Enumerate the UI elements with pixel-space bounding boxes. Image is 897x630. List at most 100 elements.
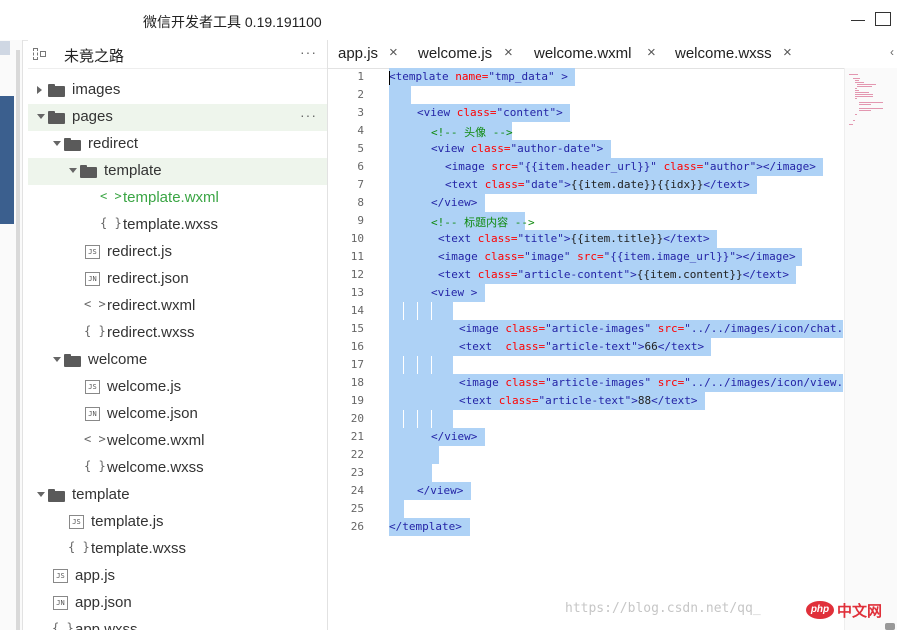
code-area[interactable]: <template name="tmp_data" > <view class="… xyxy=(389,68,843,630)
window-title: 微信开发者工具 0.19.191100 xyxy=(143,14,322,30)
file-item[interactable]: JN app.json xyxy=(28,590,327,617)
code-token: <view > xyxy=(431,286,478,299)
line-number: 19 xyxy=(350,394,364,407)
file-explorer: 未竟之路 ··· images pages ··· redirect template <… xyxy=(28,40,328,630)
file-item[interactable]: { } template.wxss xyxy=(28,536,327,563)
title-bar: 微信开发者工具 0.19.191100 xyxy=(0,0,897,41)
caret-down-icon[interactable] xyxy=(53,141,61,146)
editor-tab[interactable]: welcome.js × xyxy=(418,40,518,68)
line-number-gutter: 1 2 3 4 5 6 7 8 9 10 11 12 13 14 15 16 17 18 19 20 21 22 23 24 2… xyxy=(328,68,384,630)
code-token: src= xyxy=(657,376,685,389)
code-token: "{{item.image_url}}" xyxy=(603,250,737,263)
file-item[interactable]: JS template.js xyxy=(28,509,327,536)
tab-scroll-icon[interactable]: ‹ xyxy=(890,45,894,59)
tree-item-label: images xyxy=(72,81,121,98)
caret-down-icon[interactable] xyxy=(37,114,45,119)
folder-item[interactable]: template xyxy=(28,482,327,509)
editor-tab[interactable]: welcome.wxss × xyxy=(675,40,797,68)
indent-guide xyxy=(403,302,404,320)
file-item[interactable]: { } redirect.wxss xyxy=(28,320,327,347)
file-item[interactable]: < > redirect.wxml xyxy=(28,293,327,320)
line-number: 4 xyxy=(357,124,364,137)
file-item[interactable]: { } welcome.wxss xyxy=(28,455,327,482)
close-icon[interactable]: × xyxy=(504,44,513,61)
code-token: ></image> xyxy=(736,250,796,263)
maximize-button[interactable] xyxy=(875,12,891,26)
code-line: <view class="content"> xyxy=(417,106,563,119)
line-number: 25 xyxy=(350,502,364,515)
code-token: "title" xyxy=(517,232,564,245)
code-line: </template> xyxy=(389,520,462,533)
activity-bar-tab[interactable] xyxy=(0,41,10,55)
close-icon[interactable]: × xyxy=(389,44,398,61)
folder-item[interactable]: welcome xyxy=(28,347,327,374)
caret-down-icon[interactable] xyxy=(69,168,77,173)
caret-down-icon[interactable] xyxy=(37,492,45,497)
folder-icon xyxy=(48,111,65,124)
code-token: > xyxy=(564,178,571,191)
code-token: class= xyxy=(505,322,546,335)
split-view-icon[interactable] xyxy=(32,47,46,61)
indent-guide xyxy=(417,356,418,374)
file-item[interactable]: JS redirect.js xyxy=(28,239,327,266)
code-token: <image xyxy=(445,160,492,173)
code-line: <template name="tmp_data" > xyxy=(389,70,568,83)
folder-item[interactable]: template xyxy=(28,158,327,185)
code-token: <!-- 标题内容 --> xyxy=(431,216,535,229)
tree-item-label: welcome.wxml xyxy=(107,432,205,449)
file-item[interactable]: < > template.wxml xyxy=(28,185,327,212)
file-item[interactable]: JN welcome.json xyxy=(28,401,327,428)
code-token: </text> xyxy=(657,340,705,353)
editor-tab[interactable]: welcome.wxml × xyxy=(534,40,661,68)
file-item[interactable]: { } template.wxss xyxy=(28,212,327,239)
file-item[interactable]: JS welcome.js xyxy=(28,374,327,401)
code-line: </view> xyxy=(431,196,477,209)
close-icon[interactable]: × xyxy=(647,44,656,61)
code-token: class= xyxy=(663,160,704,173)
tree-item-label: redirect.js xyxy=(107,243,173,260)
wxss-file-icon: { } xyxy=(100,216,122,230)
wxml-file-icon: < > xyxy=(84,297,106,311)
tree-item-label: app.wxss xyxy=(75,621,138,630)
folder-icon xyxy=(48,84,65,97)
code-token: </template> xyxy=(389,520,462,533)
code-token: class= xyxy=(484,178,525,191)
editor-tab[interactable]: app.js × xyxy=(338,40,403,68)
code-token: <view xyxy=(417,106,457,119)
code-token: class= xyxy=(470,142,511,155)
folder-item[interactable]: pages ··· xyxy=(28,104,327,131)
wxss-file-icon: { } xyxy=(52,621,74,630)
caret-right-icon[interactable] xyxy=(37,86,42,94)
folder-more-button[interactable]: ··· xyxy=(300,107,317,123)
tree-item-label: app.json xyxy=(75,594,132,611)
line-number: 14 xyxy=(350,304,364,317)
line-number: 23 xyxy=(350,466,364,479)
indent-guide xyxy=(431,302,432,320)
file-item[interactable]: JN redirect.json xyxy=(28,266,327,293)
explorer-more-button[interactable]: ··· xyxy=(300,44,317,60)
code-token: "date" xyxy=(524,178,565,191)
line-number: 24 xyxy=(350,484,364,497)
folder-item[interactable]: redirect xyxy=(28,131,327,158)
wxss-file-icon: { } xyxy=(68,540,90,554)
folder-icon xyxy=(64,138,81,151)
code-line: <view class="author-date"> xyxy=(431,142,603,155)
project-name: 未竟之路 xyxy=(64,48,125,65)
selection-highlight xyxy=(389,500,404,518)
code-token: class= xyxy=(505,340,546,353)
tree-item-label: welcome.wxss xyxy=(107,459,204,476)
code-token: "author-date" xyxy=(510,142,597,155)
minimap[interactable] xyxy=(844,68,897,630)
line-number: 12 xyxy=(350,268,364,281)
file-item[interactable]: < > welcome.wxml xyxy=(28,428,327,455)
close-icon[interactable]: × xyxy=(783,44,792,61)
caret-down-icon[interactable] xyxy=(53,357,61,362)
folder-item[interactable]: images xyxy=(28,77,327,104)
minimize-button[interactable] xyxy=(851,12,865,26)
file-item[interactable]: JS app.js xyxy=(28,563,327,590)
indent-guide xyxy=(417,302,418,320)
line-number: 2 xyxy=(357,88,364,101)
minimap-line xyxy=(855,98,857,99)
file-item[interactable]: { } app.wxss xyxy=(28,617,327,630)
editor-scrollbar[interactable] xyxy=(885,623,895,630)
